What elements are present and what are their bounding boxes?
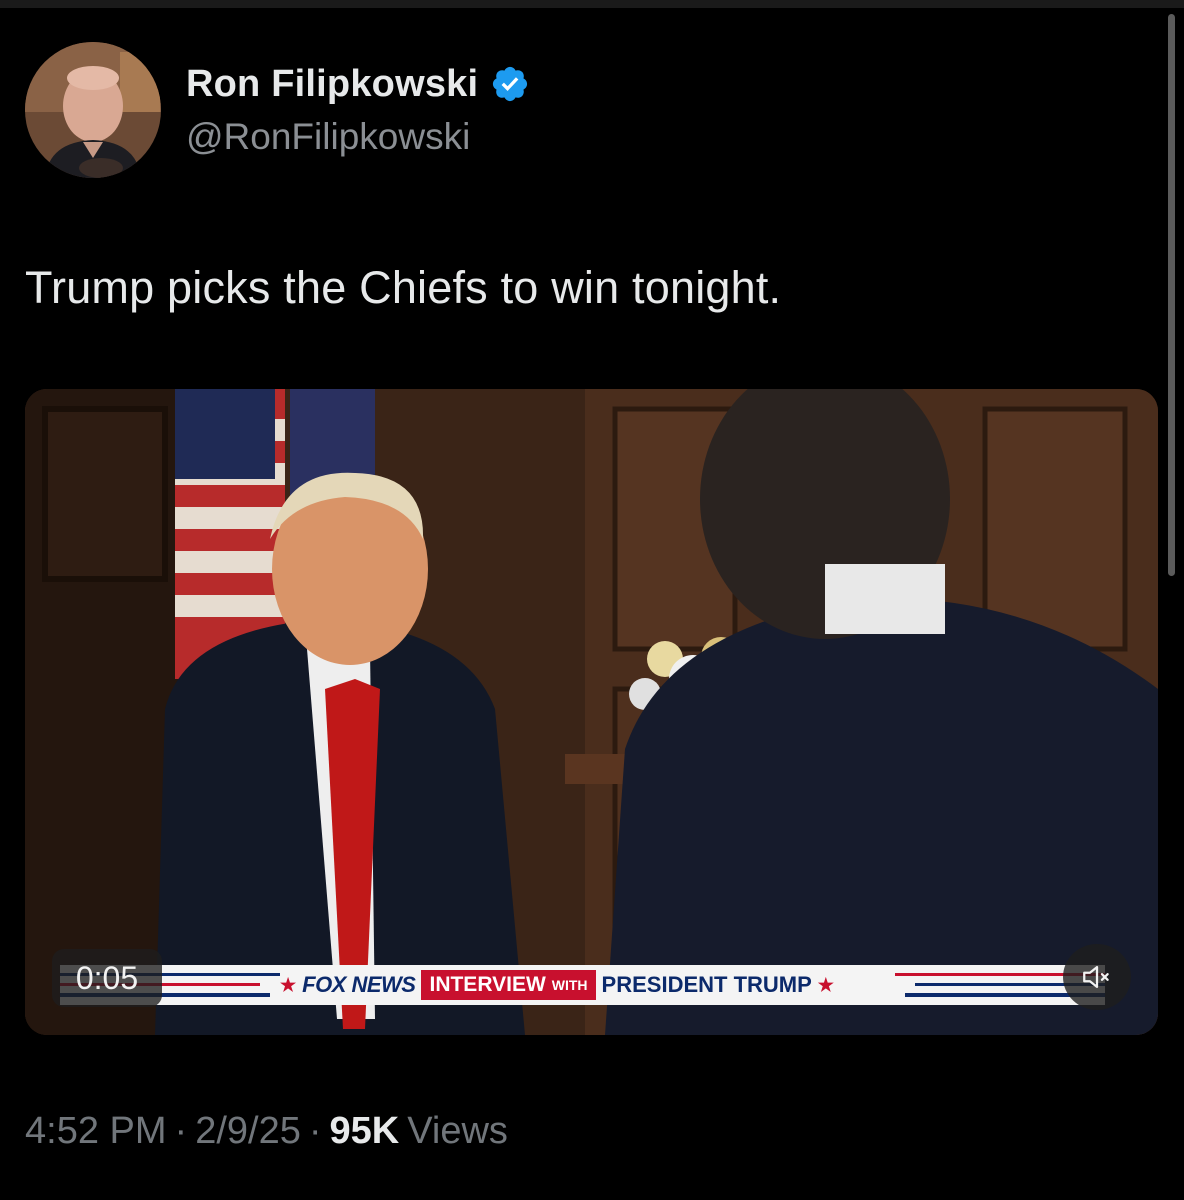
views-label: Views [407,1110,508,1152]
separator: · [308,1110,322,1152]
mute-button[interactable] [1063,944,1131,1010]
chyron-subject: PRESIDENT TRUMP [601,972,812,997]
speaker-muted-icon [1083,965,1109,989]
interview-label: INTERVIEW WITH [421,970,596,1000]
separator: · [174,1110,188,1152]
star-icon: ★ [817,974,834,995]
chyron-text: ★ FOX NEWS INTERVIEW WITH PRESIDENT TRUM… [280,965,834,1005]
video-timestamp: 0:05 [52,949,162,1007]
star-icon: ★ [280,974,297,995]
video-frame [25,389,1158,1035]
fox-news-logo: FOX NEWS [302,972,416,997]
verified-badge-icon [493,66,528,102]
interview-word: INTERVIEW [429,973,546,996]
tweet-date[interactable]: 2/9/25 [195,1110,301,1153]
top-border [0,0,1184,8]
with-word: WITH [551,977,588,993]
author-display-name[interactable]: Ron Filipkowski [186,63,478,106]
views-count[interactable]: 95K [330,1110,400,1153]
author-handle[interactable]: @RonFilipkowski [186,116,470,158]
tweet-metadata: 4:52 PM · 2/9/25 · 95K Views [25,1110,508,1153]
tweet-text: Trump picks the Chiefs to win tonight. [25,262,782,313]
video-player[interactable]: ★ FOX NEWS INTERVIEW WITH PRESIDENT TRUM… [25,389,1158,1035]
author-name-row[interactable]: Ron Filipkowski [186,58,530,110]
avatar[interactable] [25,42,161,178]
news-chyron: ★ FOX NEWS INTERVIEW WITH PRESIDENT TRUM… [60,965,1105,1005]
tweet-time[interactable]: 4:52 PM [25,1110,167,1153]
scrollbar[interactable] [1168,14,1175,576]
